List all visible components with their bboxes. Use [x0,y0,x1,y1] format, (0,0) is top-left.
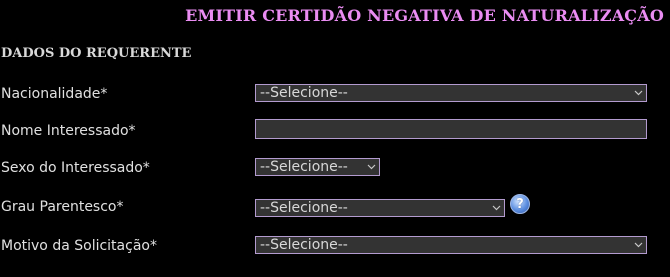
section-title: DADOS DO REQUERENTE [1,46,192,61]
chevron-down-icon [492,205,501,211]
help-icon[interactable]: ? [510,194,530,214]
page-title: EMITIR CERTIDÃO NEGATIVA DE NATURALIZAÇÃ… [185,6,664,25]
grau-parentesco-select[interactable]: --Selecione-- [255,199,505,217]
chevron-down-icon [634,90,643,96]
chevron-down-icon [367,164,376,170]
grau-parentesco-label: Grau Parentesco* [1,199,124,215]
sexo-selected-value: --Selecione-- [260,159,348,175]
nacionalidade-selected-value: --Selecione-- [260,85,348,101]
grau-parentesco-selected-value: --Selecione-- [260,200,348,216]
motivo-select[interactable]: --Selecione-- [255,236,647,254]
nome-interessado-input[interactable] [255,119,647,139]
sexo-select[interactable]: --Selecione-- [255,158,380,176]
motivo-label: Motivo da Solicitação* [1,238,157,254]
chevron-down-icon [634,242,643,248]
nome-interessado-label: Nome Interessado* [1,123,136,139]
motivo-selected-value: --Selecione-- [260,237,348,253]
sexo-label: Sexo do Interessado* [1,160,150,176]
nacionalidade-label: Nacionalidade* [1,86,108,102]
nacionalidade-select[interactable]: --Selecione-- [255,84,647,102]
